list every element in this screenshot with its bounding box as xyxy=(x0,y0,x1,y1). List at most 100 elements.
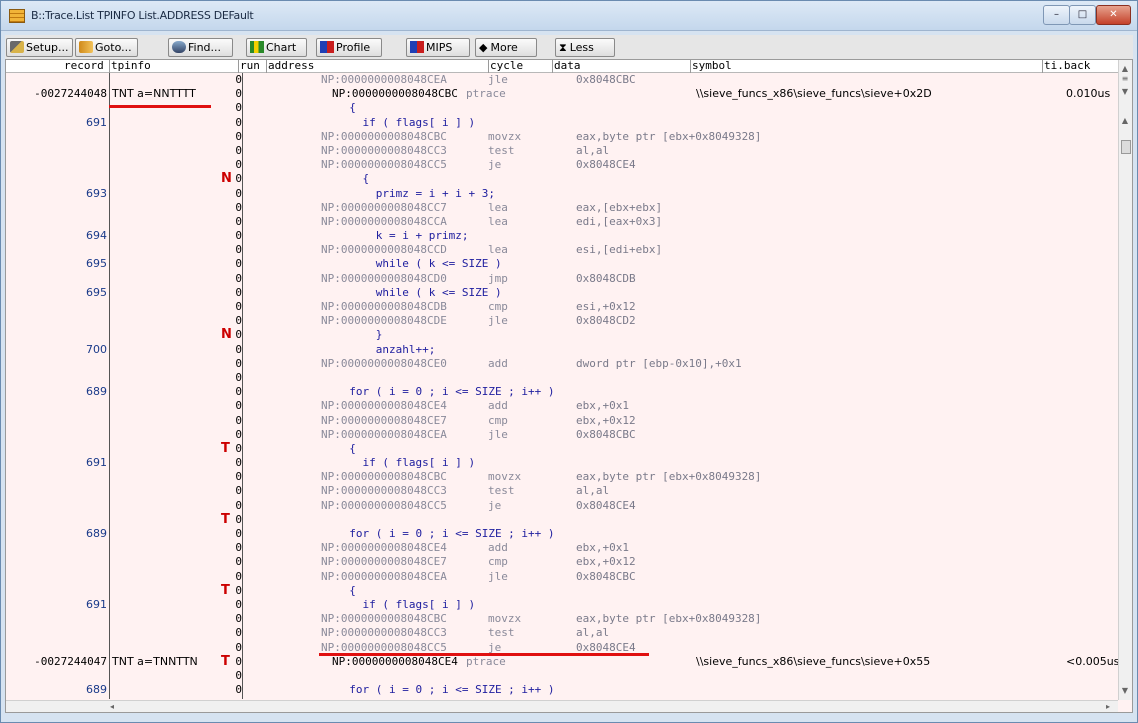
trace-row[interactable]: 0 NP:0000000008048CBC movzx eax,byte ptr [e… xyxy=(6,612,1118,626)
instruction-operands: ebx,+0x12 xyxy=(576,413,636,427)
instruction-operands: ebx,+0x1 xyxy=(576,541,629,555)
find-button[interactable]: Find... xyxy=(168,38,233,57)
source-code-line: for ( i = 0 ; i <= SIZE ; i++ ) xyxy=(336,527,555,540)
trace-row[interactable]: 0 NP:0000000008048CC3 test al,al xyxy=(6,626,1118,640)
column-address[interactable]: address xyxy=(268,60,314,72)
trace-row[interactable]: 0 xyxy=(6,669,1118,683)
maximize-button[interactable]: □ xyxy=(1069,5,1096,25)
trace-row[interactable]: 0 NP:0000000008048CE7 cmp ebx,+0x12 xyxy=(6,555,1118,569)
trace-row[interactable]: 0 NP:0000000008048CEA jle 0x8048CBC xyxy=(6,428,1118,442)
trace-row[interactable]: 0 NP:0000000008048CE0 add dword ptr [ebp-0x… xyxy=(6,357,1118,371)
profile-label: Profile xyxy=(336,41,371,54)
chart-button[interactable]: Chart xyxy=(246,38,307,57)
scroll-thumb[interactable] xyxy=(1121,140,1131,154)
trace-list-panel[interactable]: record tpinfo run address cycle data sym… xyxy=(5,59,1133,713)
trace-row[interactable]: 0 NP:0000000008048CC5 je 0x8048CE4 xyxy=(6,158,1118,172)
trace-row[interactable]: 0 NP:0000000008048CE4 add ebx,+0x1 xyxy=(6,399,1118,413)
instruction-operands: eax,[ebx+ebx] xyxy=(576,200,663,214)
trace-row[interactable]: 0 { xyxy=(6,101,1118,115)
run-value: 0 xyxy=(235,597,242,611)
trace-row[interactable]: 695 0 while ( k <= SIZE ) xyxy=(6,286,1118,300)
trace-row[interactable]: 0 NP:0000000008048CC5 je 0x8048CE4 xyxy=(6,499,1118,513)
trace-row[interactable]: 0 NP:0000000008048CD0 jmp 0x8048CDB xyxy=(6,272,1118,286)
column-symbol[interactable]: symbol xyxy=(692,60,732,72)
trace-row[interactable]: 0 NP:0000000008048CBC movzx eax,byte ptr [e… xyxy=(6,470,1118,484)
trace-row[interactable]: 0 NP:0000000008048CDB cmp esi,+0x12 xyxy=(6,300,1118,314)
scroll-split-icon[interactable]: ≡ xyxy=(1119,74,1131,83)
trace-row[interactable]: T0 xyxy=(6,512,1118,527)
trace-row[interactable]: T0 { xyxy=(6,583,1118,598)
trace-row[interactable]: 689 0 for ( i = 0 ; i <= SIZE ; i++ ) xyxy=(6,385,1118,399)
trace-row[interactable]: 695 0 while ( k <= SIZE ) xyxy=(6,257,1118,271)
column-tpinfo[interactable]: tpinfo xyxy=(111,60,151,72)
trace-row[interactable]: 700 0 anzahl++; xyxy=(6,343,1118,357)
trace-row[interactable]: 691 0 if ( flags[ i ] ) xyxy=(6,456,1118,470)
vertical-scrollbar[interactable]: ▲ ≡ ▼ ▲ ▼ xyxy=(1118,60,1132,700)
less-button[interactable]: ⧗ Less xyxy=(555,38,615,57)
trace-row[interactable]: N0 } xyxy=(6,328,1118,342)
setup-button[interactable]: Setup... xyxy=(6,38,73,57)
scroll-down-icon[interactable]: ▼ xyxy=(1119,87,1131,96)
trace-row[interactable]: 0 NP:0000000008048CC7 lea eax,[ebx+ebx] xyxy=(6,201,1118,215)
trace-row[interactable]: 694 0 k = i + primz; xyxy=(6,229,1118,243)
run-value: 0 xyxy=(235,626,242,640)
instruction-mnemonic: je xyxy=(488,498,502,512)
trace-row[interactable]: 0 NP:0000000008048CEA jle 0x8048CBC xyxy=(6,570,1118,584)
instruction-address: NP:0000000008048CCA xyxy=(321,214,447,228)
trace-row[interactable]: 691 0 if ( flags[ i ] ) xyxy=(6,598,1118,612)
instruction-operands: esi,[edi+ebx] xyxy=(576,243,663,257)
instruction-mnemonic: test xyxy=(488,626,515,640)
column-data[interactable]: data xyxy=(554,60,581,72)
trace-row[interactable]: -0027244047 TNT a=TNNTTN T 0 NP:000000000804… xyxy=(6,654,1119,669)
trace-row[interactable]: N0 { xyxy=(6,172,1118,186)
trace-row[interactable]: 689 0 for ( i = 0 ; i <= SIZE ; i++ ) xyxy=(6,683,1118,697)
mips-button[interactable]: MIPS xyxy=(406,38,470,57)
run-value: 0 xyxy=(235,300,242,313)
trace-row[interactable]: 0 NP:0000000008048CC3 test al,al xyxy=(6,484,1118,498)
scroll-up-icon-2[interactable]: ▲ xyxy=(1119,116,1131,125)
minimize-button[interactable]: – xyxy=(1043,5,1070,25)
mips-icon xyxy=(410,41,424,53)
symbol-value: \\sieve_funcs_x86\sieve_funcs\sieve+0x2D xyxy=(696,87,932,101)
trace-row[interactable]: 0 NP:0000000008048CE4 add ebx,+0x1 xyxy=(6,541,1118,555)
column-record[interactable]: record xyxy=(64,60,104,72)
instruction-operands: 0x8048CD2 xyxy=(576,314,636,328)
trace-row[interactable]: 0 NP:0000000008048CEA jle 0x8048CBC xyxy=(6,73,1118,87)
scroll-down-icon-2[interactable]: ▼ xyxy=(1119,686,1131,695)
trace-row[interactable]: T0 { xyxy=(6,441,1118,456)
column-tiback[interactable]: ti.back xyxy=(1044,60,1090,72)
scroll-left-icon[interactable]: ◂ xyxy=(106,702,118,711)
column-run[interactable]: run xyxy=(240,60,260,72)
trace-row[interactable]: 0 NP:0000000008048CDE jle 0x8048CD2 xyxy=(6,314,1118,328)
close-button[interactable]: ✕ xyxy=(1096,5,1131,25)
trace-row[interactable]: 691 0 if ( flags[ i ] ) xyxy=(6,116,1118,130)
scroll-right-icon[interactable]: ▸ xyxy=(1102,702,1114,711)
column-cycle[interactable]: cycle xyxy=(490,60,523,72)
profile-button[interactable]: Profile xyxy=(316,38,382,57)
trace-row[interactable]: 0 xyxy=(6,371,1118,385)
trace-row[interactable]: 693 0 primz = i + i + 3; xyxy=(6,187,1118,201)
instruction-address: NP:0000000008048CC3 xyxy=(321,626,447,640)
je-highlight-underline xyxy=(319,653,649,656)
more-button[interactable]: ◆ More xyxy=(475,38,537,57)
instruction-address: NP:0000000008048CD0 xyxy=(321,271,447,285)
run-value: 0 xyxy=(235,143,242,157)
trace-row[interactable]: 0 NP:0000000008048CE7 cmp ebx,+0x12 xyxy=(6,414,1118,428)
trace-row[interactable]: 689 0 for ( i = 0 ; i <= SIZE ; i++ ) xyxy=(6,527,1118,541)
mips-label: MIPS xyxy=(426,41,453,54)
goto-button[interactable]: Goto... xyxy=(75,38,138,57)
instruction-address: NP:0000000008048CC3 xyxy=(321,143,447,157)
toolbar: Setup... Goto... Find... Chart Profile M… xyxy=(5,35,1133,59)
instruction-address: NP:0000000008048CE0 xyxy=(321,356,447,370)
trace-row[interactable]: 0 NP:0000000008048CC3 test al,al xyxy=(6,144,1118,158)
trace-row[interactable]: 0 NP:0000000008048CCD lea esi,[edi+ebx] xyxy=(6,243,1118,257)
trace-row[interactable]: -0027244048 TNT a=NNTTTT 0 NP:0000000008048… xyxy=(6,87,1118,101)
trace-row[interactable]: 0 NP:0000000008048CBC movzx eax,byte ptr [e… xyxy=(6,130,1118,144)
horizontal-scrollbar[interactable]: ◂ ▸ xyxy=(6,700,1118,712)
instruction-mnemonic: je xyxy=(488,158,502,172)
instruction-address: NP:0000000008048CEA xyxy=(321,73,447,86)
scroll-up-icon[interactable]: ▲ xyxy=(1119,64,1131,73)
tiback-value: 0.010us xyxy=(1066,87,1111,101)
title-bar[interactable]: B::Trace.List TPINFO List.ADDRESS DEFaul… xyxy=(1,1,1137,31)
trace-row[interactable]: 0 NP:0000000008048CCA lea edi,[eax+0x3] xyxy=(6,215,1118,229)
